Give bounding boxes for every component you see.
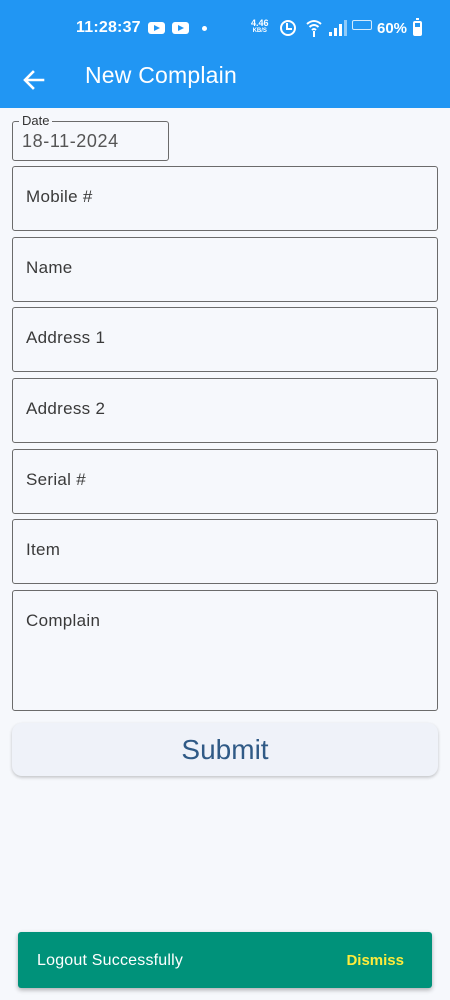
name-input[interactable]	[26, 258, 421, 278]
serial-field[interactable]	[12, 449, 438, 514]
alarm-icon	[280, 20, 296, 36]
youtube-icon	[172, 22, 189, 34]
item-input[interactable]	[26, 540, 421, 560]
mobile-field[interactable]	[12, 166, 438, 231]
battery-icon	[413, 18, 422, 36]
mobile-input[interactable]	[26, 187, 421, 207]
network-speed: 4.46 KB/S	[251, 19, 269, 35]
page-title: New Complain	[85, 62, 237, 88]
dismiss-button[interactable]: Dismiss	[346, 952, 404, 969]
date-label: Date	[19, 113, 53, 128]
serial-input[interactable]	[26, 470, 421, 490]
arrow-left-icon	[23, 70, 45, 90]
signal-icon	[329, 20, 349, 36]
network-speed-unit: KB/S	[252, 28, 267, 34]
date-field[interactable]: Date 18-11-2024	[12, 113, 169, 161]
complain-field[interactable]	[12, 590, 438, 711]
date-value: 18-11-2024	[22, 131, 119, 151]
address1-field[interactable]	[12, 307, 438, 372]
battery-percent: 60%	[377, 20, 408, 37]
address1-input[interactable]	[26, 328, 421, 348]
address2-input[interactable]	[26, 399, 421, 419]
address2-field[interactable]	[12, 378, 438, 443]
back-button[interactable]	[14, 60, 54, 100]
snackbar: Logout Successfully Dismiss	[18, 932, 432, 988]
status-time: 11:28:37	[76, 19, 141, 36]
app-bar: New Complain	[0, 56, 450, 108]
name-field[interactable]	[12, 237, 438, 302]
no-signal-icon	[352, 20, 372, 30]
youtube-icon	[148, 22, 165, 34]
item-field[interactable]	[12, 519, 438, 584]
dot-icon	[202, 26, 207, 31]
status-bar: 11:28:37 4.46 KB/S 60%	[0, 0, 450, 56]
snackbar-message: Logout Successfully	[37, 952, 184, 969]
submit-button[interactable]: Submit	[12, 723, 438, 776]
battery-fill	[415, 27, 420, 34]
complain-input[interactable]	[26, 611, 421, 701]
wifi-icon	[306, 20, 322, 37]
